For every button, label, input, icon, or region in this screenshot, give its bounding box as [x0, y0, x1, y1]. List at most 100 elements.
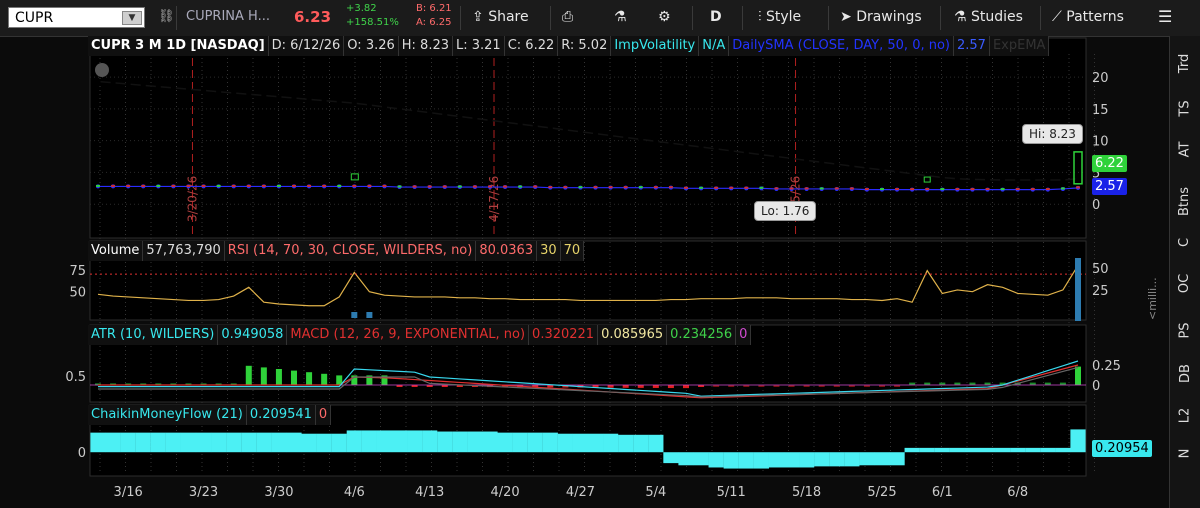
gear-icon[interactable]: ⚙: [658, 9, 671, 25]
candle: [111, 184, 116, 187]
cmf-bar: [1070, 429, 1086, 453]
ema-point: [201, 87, 207, 93]
cmf-bar: [618, 434, 634, 453]
tab-c[interactable]: C: [1170, 235, 1200, 250]
candle: [96, 184, 100, 187]
tab-db[interactable]: DB: [1170, 364, 1200, 383]
ema-point: [743, 150, 749, 156]
hdr-rsi-hi: 70: [560, 241, 585, 261]
period-button[interactable]: D: [710, 9, 722, 25]
ema-point: [276, 94, 282, 100]
ema-point: [487, 117, 493, 123]
symbol-input[interactable]: CUPR ▼: [8, 7, 145, 28]
tab-ts[interactable]: TS: [1170, 100, 1200, 116]
cmf-bar: [90, 432, 106, 453]
macd-histogram-bar: [652, 385, 659, 388]
hdr-ema: ExpEMA: [989, 36, 1050, 56]
candle: [774, 187, 779, 190]
candle: [231, 184, 236, 187]
hdr-cmf: ChaikinMoneyFlow (21): [88, 405, 247, 425]
toolbar: CUPR ▼ ⛓ CUPRINA H... 6.23 +3.82 +158.51%…: [0, 0, 1200, 37]
patterns-button[interactable]: ⟋ Patterns: [1052, 9, 1124, 25]
tab-l2[interactable]: L2: [1170, 408, 1200, 424]
ema-point: [306, 96, 312, 102]
candle: [126, 184, 131, 187]
studies-button[interactable]: ⚗ Studies: [954, 9, 1023, 25]
ema-point: [864, 165, 870, 171]
cmf-bar: [452, 431, 468, 453]
x-tick: 3/16: [114, 485, 143, 500]
snapshot-icon[interactable]: ⎙: [562, 9, 573, 25]
candle: [759, 186, 764, 189]
date-marker-label: 4/17/26: [487, 176, 501, 222]
cmf-bar: [557, 433, 573, 453]
cmf-bar: [859, 452, 875, 466]
ema-point: [140, 82, 146, 88]
tab-n[interactable]: N: [1170, 446, 1200, 461]
volume-tick: 50: [1092, 262, 1109, 277]
hdr-date: D: 6/12/26: [268, 36, 345, 56]
style-button[interactable]: ⫶ Style: [758, 9, 801, 25]
macd-histogram-bar: [245, 365, 252, 385]
cmf-bar: [648, 434, 664, 453]
ema-point: [668, 140, 674, 146]
ema-point: [170, 85, 176, 91]
candle: [276, 184, 281, 187]
symbol-dropdown-icon[interactable]: ▼: [122, 11, 142, 25]
candle: [1000, 188, 1005, 191]
tab-oc[interactable]: OC: [1170, 274, 1200, 293]
macd-histogram-bar: [260, 367, 267, 385]
ema-point: [472, 115, 478, 121]
hdr-volume-val: 57,763,790: [143, 241, 225, 261]
ema-point: [623, 134, 629, 140]
tab-at[interactable]: AT: [1170, 142, 1200, 158]
link-icon[interactable]: ⛓: [158, 9, 175, 24]
cmf-bar: [195, 432, 212, 453]
macd-histogram-bar: [607, 385, 614, 388]
candle: [653, 186, 658, 189]
candle: [714, 186, 719, 189]
rsi-tick: 75: [69, 264, 86, 279]
candle: [397, 185, 402, 188]
change: +3.82: [346, 3, 377, 14]
candle: [895, 188, 900, 191]
candle: [668, 186, 673, 189]
ema-point: [834, 161, 840, 167]
ema-point: [412, 108, 418, 114]
candle: [382, 184, 387, 187]
candle: [563, 186, 568, 189]
cmf-bar: [603, 433, 619, 453]
last-price: 6.23: [294, 8, 332, 26]
ema-point: [397, 106, 403, 112]
hdr-low: L: 3.21: [453, 36, 505, 56]
cmf-bar: [572, 433, 589, 453]
candle: [367, 184, 372, 187]
candle: [608, 186, 613, 189]
tab-trd[interactable]: Trd: [1170, 54, 1200, 73]
x-tick: 4/13: [415, 485, 444, 500]
ema-point: [321, 98, 327, 104]
ema-point: [1015, 177, 1021, 183]
chart-area[interactable]: 201510503/20/26 4/17/26 5/15/2675505025 <mi…: [0, 36, 1170, 508]
candle: [1076, 186, 1080, 189]
ema-point: [985, 177, 991, 183]
candle: [1015, 188, 1020, 191]
ema-point: [532, 123, 538, 129]
share-button[interactable]: ⇪ Share: [472, 9, 529, 25]
menu-icon[interactable]: ☰: [1158, 7, 1172, 26]
candle: [744, 186, 749, 189]
flask-icon[interactable]: ⚗: [614, 9, 627, 25]
cmf-bar: [527, 432, 543, 453]
cmf-bar: [271, 432, 287, 453]
hdr-cmf-val: 0.209541: [246, 405, 316, 425]
candles-icon: ⫶: [758, 9, 762, 25]
x-tick: 6/1: [932, 485, 953, 500]
hdr-macd-diff: 0.234256: [667, 325, 737, 345]
cmf-bar: [995, 447, 1011, 453]
tab-btns[interactable]: Btns: [1170, 187, 1200, 216]
ema-point: [442, 112, 448, 118]
tab-ps[interactable]: PS: [1170, 322, 1200, 338]
drawings-button[interactable]: ➤ Drawings: [840, 9, 922, 25]
cmf-bar: [497, 432, 513, 453]
volume-tick: 25: [1092, 284, 1109, 299]
